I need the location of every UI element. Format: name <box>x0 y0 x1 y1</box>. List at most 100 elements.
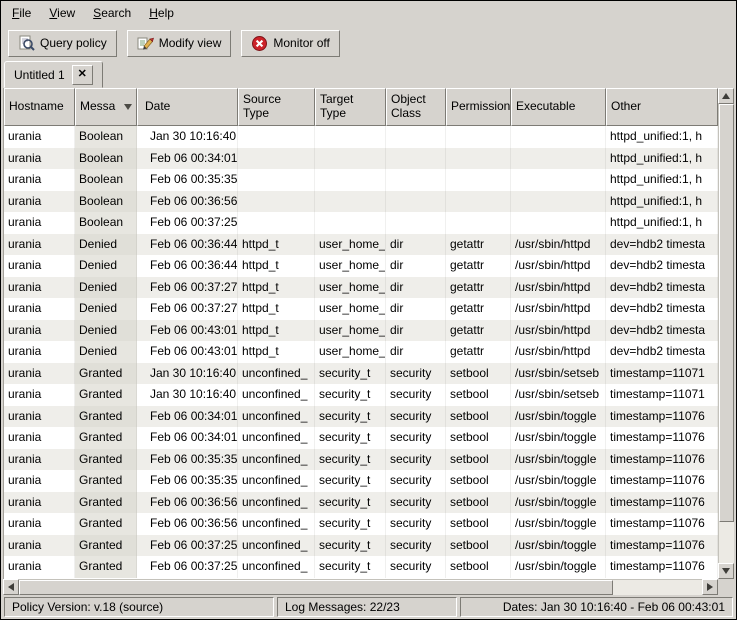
menu-search[interactable]: Search <box>84 3 140 23</box>
query-policy-button[interactable]: Query policy <box>8 30 117 57</box>
table-row[interactable]: uraniaGrantedFeb 06 00:37:25unconfined_s… <box>4 535 718 557</box>
table-row[interactable]: uraniaGrantedFeb 06 00:34:01unconfined_s… <box>4 406 718 428</box>
table-row[interactable]: uraniaGrantedFeb 06 00:36:56unconfined_s… <box>4 513 718 535</box>
monitor-off-button[interactable]: Monitor off <box>241 30 339 57</box>
cell: dev=hdb2 timesta <box>606 277 718 299</box>
cell: dir <box>386 320 446 342</box>
cell <box>386 148 446 170</box>
scroll-up-button[interactable] <box>718 88 734 104</box>
table-row[interactable]: uraniaGrantedJan 30 10:16:40unconfined_s… <box>4 384 718 406</box>
table-row[interactable]: uraniaGrantedFeb 06 00:35:35unconfined_s… <box>4 470 718 492</box>
column-header-other[interactable]: Other <box>606 88 718 126</box>
log-table: HostnameMessaDateSource TypeTarget TypeO… <box>3 88 718 579</box>
cell: Feb 06 00:37:25 <box>137 556 238 578</box>
cell: httpd_t <box>238 234 315 256</box>
cell: dev=hdb2 timesta <box>606 320 718 342</box>
table-row[interactable]: uraniaBooleanFeb 06 00:37:25httpd_unifie… <box>4 212 718 234</box>
modify-view-button[interactable]: Modify view <box>127 30 232 57</box>
menu-file[interactable]: File <box>3 3 40 23</box>
cell <box>238 191 315 213</box>
cell: /usr/sbin/toggle <box>511 449 606 471</box>
horizontal-scrollbar[interactable] <box>3 579 718 595</box>
cell: security <box>386 449 446 471</box>
cell: httpd_t <box>238 298 315 320</box>
table-row[interactable]: uraniaBooleanFeb 06 00:36:56httpd_unifie… <box>4 191 718 213</box>
column-header-executable[interactable]: Executable <box>511 88 606 126</box>
cell: Granted <box>75 449 137 471</box>
cell: urania <box>4 492 75 514</box>
modify-view-label: Modify view <box>159 36 222 50</box>
cell: security <box>386 535 446 557</box>
tab-untitled-1[interactable]: Untitled 1 ✕ <box>4 61 103 88</box>
scroll-right-button[interactable] <box>702 579 718 595</box>
column-header-source-type[interactable]: Source Type <box>238 88 315 126</box>
cell: urania <box>4 148 75 170</box>
table-row[interactable]: uraniaGrantedFeb 06 00:36:56unconfined_s… <box>4 492 718 514</box>
column-header-permission[interactable]: Permission <box>446 88 511 126</box>
cell: Granted <box>75 427 137 449</box>
cell: unconfined_ <box>238 556 315 578</box>
cell: urania <box>4 535 75 557</box>
cell: getattr <box>446 277 511 299</box>
table-row[interactable]: uraniaGrantedFeb 06 00:34:01unconfined_s… <box>4 427 718 449</box>
cell: Granted <box>75 470 137 492</box>
column-header-target-type[interactable]: Target Type <box>315 88 386 126</box>
menu-help[interactable]: Help <box>140 3 183 23</box>
cell: setbool <box>446 492 511 514</box>
table-row[interactable]: uraniaDeniedFeb 06 00:43:01httpd_tuser_h… <box>4 341 718 363</box>
table-row[interactable]: uraniaGrantedJan 30 10:16:40unconfined_s… <box>4 363 718 385</box>
cell: timestamp=11076 <box>606 427 718 449</box>
column-header-object-class[interactable]: Object Class <box>386 88 446 126</box>
tab-close-button[interactable]: ✕ <box>72 65 93 85</box>
cell: user_home_ <box>315 320 386 342</box>
cell: Granted <box>75 384 137 406</box>
cell: httpd_unified:1, h <box>606 191 718 213</box>
column-header-date[interactable]: Date <box>137 88 238 126</box>
cell: security_t <box>315 535 386 557</box>
cell <box>315 148 386 170</box>
cell: security_t <box>315 449 386 471</box>
table-row[interactable]: uraniaBooleanJan 30 10:16:40httpd_unifie… <box>4 126 718 148</box>
cell: Feb 06 00:37:25 <box>137 212 238 234</box>
cell: timestamp=11076 <box>606 470 718 492</box>
horizontal-scroll-track[interactable] <box>19 579 702 595</box>
menu-view[interactable]: View <box>40 3 84 23</box>
scrollbar-corner <box>718 579 734 595</box>
cell: getattr <box>446 298 511 320</box>
table-row[interactable]: uraniaBooleanFeb 06 00:35:35httpd_unifie… <box>4 169 718 191</box>
cell: timestamp=11076 <box>606 492 718 514</box>
cell: security <box>386 470 446 492</box>
table-row[interactable]: uraniaDeniedFeb 06 00:43:01httpd_tuser_h… <box>4 320 718 342</box>
table-row[interactable]: uraniaDeniedFeb 06 00:37:27httpd_tuser_h… <box>4 298 718 320</box>
table-row[interactable]: uraniaGrantedFeb 06 00:37:25unconfined_s… <box>4 556 718 578</box>
cell: timestamp=11076 <box>606 556 718 578</box>
cell: security <box>386 556 446 578</box>
vertical-scroll-thumb[interactable] <box>719 104 734 522</box>
table-row[interactable]: uraniaGrantedFeb 06 00:35:35unconfined_s… <box>4 449 718 471</box>
table-row[interactable]: uraniaDeniedFeb 06 00:37:27httpd_tuser_h… <box>4 277 718 299</box>
cell: unconfined_ <box>238 535 315 557</box>
cell: Feb 06 00:36:56 <box>137 191 238 213</box>
cell: Granted <box>75 492 137 514</box>
table-row[interactable]: uraniaBooleanFeb 06 00:34:01httpd_unifie… <box>4 148 718 170</box>
column-header-messa[interactable]: Messa <box>75 88 137 126</box>
cell: /usr/sbin/httpd <box>511 277 606 299</box>
cell: Feb 06 00:37:27 <box>137 277 238 299</box>
table-row[interactable]: uraniaDeniedFeb 06 00:36:44httpd_tuser_h… <box>4 234 718 256</box>
cell: /usr/sbin/toggle <box>511 492 606 514</box>
scroll-left-button[interactable] <box>3 579 19 595</box>
column-header-hostname[interactable]: Hostname <box>4 88 75 126</box>
cell <box>446 169 511 191</box>
horizontal-scroll-thumb[interactable] <box>19 580 613 595</box>
cell: Denied <box>75 234 137 256</box>
cell <box>446 126 511 148</box>
scroll-down-button[interactable] <box>718 563 734 579</box>
cell: unconfined_ <box>238 406 315 428</box>
toolbar: Query policy Modify view Mo <box>1 25 736 61</box>
cell: security_t <box>315 427 386 449</box>
cell: user_home_ <box>315 341 386 363</box>
cell: user_home_ <box>315 234 386 256</box>
cell: security <box>386 513 446 535</box>
vertical-scroll-track[interactable] <box>718 104 734 563</box>
table-row[interactable]: uraniaDeniedFeb 06 00:36:44httpd_tuser_h… <box>4 255 718 277</box>
